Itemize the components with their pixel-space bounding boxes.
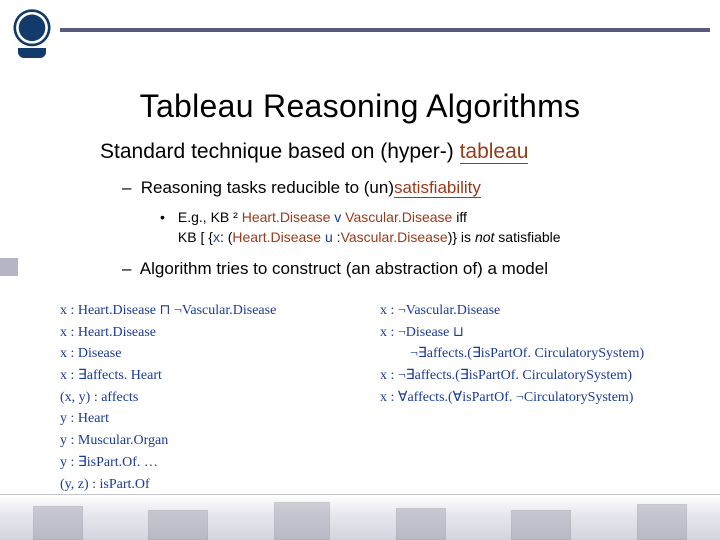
ex-and-sym: u: [325, 229, 333, 245]
math-line: x : ∀affects.(∀isPartOf. ¬CirculatorySys…: [380, 387, 700, 409]
math-line: (x, y) : affects: [60, 387, 360, 409]
ex-heart: Heart.Disease: [238, 209, 334, 225]
math-line: x : Heart.Disease: [60, 322, 360, 344]
math-line: x : ∃affects. Heart: [60, 365, 360, 387]
math-right-column: x : ¬Vascular.Disease x : ¬Disease ⊔ ¬∃a…: [380, 300, 700, 517]
ex-not: not: [475, 229, 494, 245]
ex-heart2: Heart.Disease: [232, 229, 325, 245]
ex-l2e: )} is: [448, 229, 475, 245]
ex-iff: iff: [456, 209, 467, 225]
intro-prefix: Standard technique based on (hyper-): [100, 140, 460, 163]
dash-icon: –: [122, 178, 136, 198]
university-crest-icon: [10, 8, 54, 52]
slide-body: Standard technique based on (hyper-) tab…: [100, 140, 690, 289]
ex-vasc: Vascular.Disease: [341, 209, 456, 225]
side-tab: [0, 258, 18, 276]
header-divider: [60, 28, 710, 32]
math-line: y : Heart: [60, 408, 360, 430]
math-line: y : Muscular.Organ: [60, 430, 360, 452]
footer-skyline: [0, 494, 720, 540]
ex-l2c: : (: [220, 229, 232, 245]
dash-icon: –: [122, 259, 136, 279]
math-derivation: x : Heart.Disease ⊓ ¬Vascular.Disease x …: [60, 300, 700, 517]
ex-vasc2: Vascular.Disease: [341, 229, 448, 245]
math-line: x : Heart.Disease ⊓ ¬Vascular.Disease: [60, 300, 360, 322]
bullet2-text: Algorithm tries to construct (an abstrac…: [140, 259, 548, 278]
ex-l2b: {: [204, 229, 213, 245]
bullet-model: – Algorithm tries to construct (an abstr…: [122, 259, 690, 279]
ex-l2f: satisfiable: [494, 229, 560, 245]
math-line: x : ¬∃affects.(∃isPartOf. CirculatorySys…: [380, 365, 700, 387]
intro-line: Standard technique based on (hyper-) tab…: [100, 140, 690, 164]
slide-title: Tableau Reasoning Algorithms: [0, 88, 720, 125]
bullet1-prefix: Reasoning tasks reducible to (un): [141, 178, 394, 197]
bullet-satisfiability: – Reasoning tasks reducible to (un)satis…: [122, 178, 690, 198]
ex-l2a: KB: [178, 229, 201, 245]
math-line: ¬∃affects.(∃isPartOf. CirculatorySystem): [380, 343, 700, 365]
ex-l1a: E.g., KB: [178, 209, 233, 225]
example-block: • E.g., KB ² Heart.Disease v Vascular.Di…: [160, 208, 690, 247]
skyline-icon: [0, 496, 720, 540]
math-line: x : ¬Vascular.Disease: [380, 300, 700, 322]
ex-varx: x: [213, 229, 220, 245]
math-line: (y, z) : isPart.Of: [60, 474, 360, 496]
bullet-icon: •: [160, 208, 174, 228]
math-line: x : ¬Disease ⊔: [380, 322, 700, 344]
bullet1-highlight: satisfiability: [394, 178, 481, 198]
math-left-column: x : Heart.Disease ⊓ ¬Vascular.Disease x …: [60, 300, 360, 517]
intro-highlight: tableau: [460, 140, 529, 164]
math-line: y : ∃isPart.Of. …: [60, 452, 360, 474]
math-line: x : Disease: [60, 343, 360, 365]
ex-l2d: :: [333, 229, 341, 245]
